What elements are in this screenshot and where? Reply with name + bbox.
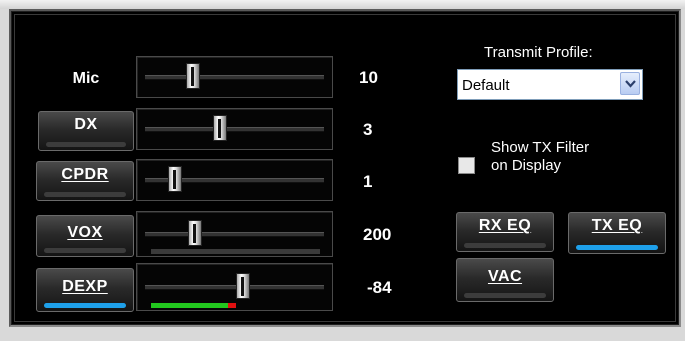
rx-eq-indicator [464,243,546,248]
slider-thumb[interactable] [188,220,203,246]
tx-eq-button-label: TX EQ [591,217,643,234]
slider-track [145,75,324,80]
slider-track [145,127,324,132]
transmit-profile-value: Default [462,77,510,94]
transmit-profile-label: Transmit Profile: [484,44,593,61]
dexp-button-label: DEXP [62,278,108,295]
cpdr-value: 1 [363,172,373,191]
vox-button[interactable]: VOX [36,215,134,257]
dx-button-label: DX [74,116,98,133]
chevron-down-icon[interactable] [620,72,640,95]
dexp-indicator [44,303,126,308]
vac-indicator [464,293,546,298]
rx-eq-button-label: RX EQ [478,217,532,234]
window-top-strip [0,0,685,9]
dx-slider[interactable] [136,108,333,150]
slider-thumb[interactable] [213,115,228,141]
vox-slider[interactable] [136,211,333,257]
slider-track [145,285,324,290]
vox-button-label: VOX [67,224,103,241]
mic-label: Mic [72,70,100,87]
tx-eq-button[interactable]: TX EQ [568,212,666,254]
slider-track [145,232,324,237]
show-tx-filter-label-line2: on Display [491,157,562,174]
vac-button[interactable]: VAC [456,258,554,302]
dexp-meter-red [228,303,236,308]
mic-value: 10 [359,68,378,87]
dexp-value: -84 [367,278,392,297]
tx-eq-indicator [576,245,658,250]
dx-button[interactable]: DX [38,111,134,151]
cpdr-slider[interactable] [136,159,333,201]
dx-value: 3 [363,120,373,139]
cpdr-button-label: CPDR [61,166,109,183]
transmit-panel: Mic 10 DX 3 CPDR 1 VOX 200 DEXP -84 Tran… [9,9,681,327]
slider-thumb[interactable] [168,166,183,192]
transmit-profile-select[interactable]: Default [457,69,643,100]
slider-thumb[interactable] [236,273,251,299]
vox-value: 200 [363,225,392,244]
dexp-slider[interactable] [136,263,333,311]
show-tx-filter-checkbox[interactable] [458,157,475,174]
slider-thumb[interactable] [186,63,201,89]
cpdr-button[interactable]: CPDR [36,161,134,201]
dx-indicator [46,142,126,147]
rx-eq-button[interactable]: RX EQ [456,212,554,252]
vox-level-meter [151,249,320,254]
vac-button-label: VAC [487,268,523,285]
vox-indicator [44,248,126,253]
dexp-meter-green [151,303,228,308]
dexp-button[interactable]: DEXP [36,268,134,312]
cpdr-indicator [44,192,126,197]
show-tx-filter-label: Show TX Filter on Display [491,139,589,175]
show-tx-filter-label-line1: Show TX Filter [491,139,590,156]
mic-slider[interactable] [136,56,333,98]
